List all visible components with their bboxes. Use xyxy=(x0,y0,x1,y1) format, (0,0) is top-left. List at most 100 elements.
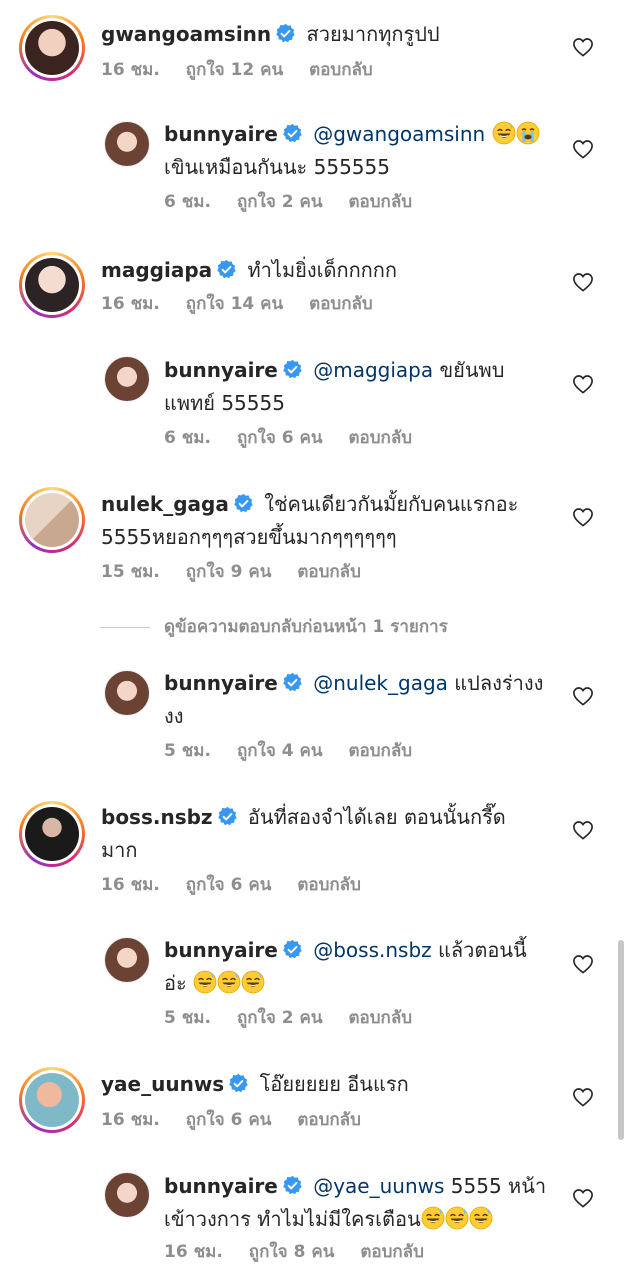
mention-link[interactable]: @nulek_gaga xyxy=(313,671,448,695)
username[interactable]: bunnyaire xyxy=(164,1174,278,1198)
mention-link[interactable]: @maggiapa xyxy=(313,358,433,382)
avatar[interactable] xyxy=(104,121,150,167)
heart-outline-icon[interactable] xyxy=(572,954,594,974)
comment-text: อ่ะ xyxy=(164,971,187,995)
comment-meta: 5 ชม. ถูกใจ 4 คน ตอบกลับ xyxy=(164,739,438,763)
mention-link[interactable]: @yae_uunws xyxy=(313,1174,444,1198)
comment-time: 15 ชม. xyxy=(101,562,160,582)
comment-meta: 16 ชม. ถูกใจ 14 คน ตอบกลับ xyxy=(101,292,399,316)
verified-badge-icon xyxy=(282,123,303,144)
view-previous-replies-label: ดูข้อความตอบกลับก่อนหน้า 1 รายการ xyxy=(164,617,448,637)
heart-outline-icon[interactable] xyxy=(572,507,594,527)
view-previous-replies-button[interactable]: ดูข้อความตอบกลับก่อนหน้า 1 รายการ xyxy=(100,614,448,640)
comment-meta: 6 ชม. ถูกใจ 2 คน ตอบกลับ xyxy=(164,190,438,214)
like-count[interactable]: ถูกใจ 8 คน xyxy=(249,1242,335,1262)
heart-outline-icon[interactable] xyxy=(572,686,594,706)
avatar[interactable] xyxy=(19,487,85,553)
grinning-sweat-emoji xyxy=(492,121,516,145)
avatar[interactable] xyxy=(19,1067,85,1133)
heart-outline-icon[interactable] xyxy=(572,139,594,159)
like-count[interactable]: ถูกใจ 2 คน xyxy=(237,1008,323,1028)
like-count[interactable]: ถูกใจ 6 คน xyxy=(186,875,272,895)
like-count[interactable]: ถูกใจ 4 คน xyxy=(237,741,323,761)
comment-time: 5 ชม. xyxy=(164,1008,211,1028)
heart-outline-icon[interactable] xyxy=(572,37,594,57)
like-count[interactable]: ถูกใจ 6 คน xyxy=(186,1110,272,1130)
comment-text: โอ๊ยยยยย อีนแรก xyxy=(259,1072,409,1096)
comment-text: อันที่สองจำได้เลย ตอนนั้นกรี๊ด xyxy=(247,805,506,829)
comment-meta: 5 ชม. ถูกใจ 2 คน ตอบกลับ xyxy=(164,1006,438,1030)
mention-link[interactable]: @boss.nsbz xyxy=(313,938,431,962)
comment-time: 5 ชม. xyxy=(164,741,211,761)
username[interactable]: nulek_gaga xyxy=(101,492,229,516)
comment-text: แปลงร่างง xyxy=(454,671,544,695)
like-count[interactable]: ถูกใจ 9 คน xyxy=(186,562,272,582)
heart-outline-icon[interactable] xyxy=(572,820,594,840)
grinning-sweat-emoji xyxy=(469,1206,493,1230)
mention-link[interactable]: @gwangoamsinn xyxy=(313,122,485,146)
heart-outline-icon[interactable] xyxy=(572,374,594,394)
comment-time: 6 ชม. xyxy=(164,428,211,448)
grinning-sweat-emoji xyxy=(421,1206,445,1230)
like-count[interactable]: ถูกใจ 12 คน xyxy=(186,60,283,80)
like-count[interactable]: ถูกใจ 14 คน xyxy=(186,294,283,314)
reply-button[interactable]: ตอบกลับ xyxy=(349,192,413,212)
username[interactable]: bunnyaire xyxy=(164,358,278,382)
like-count[interactable]: ถูกใจ 6 คน xyxy=(237,428,323,448)
avatar[interactable] xyxy=(19,15,85,81)
comment-text: สวยมากทุกรูปป xyxy=(306,22,440,46)
reply-button[interactable]: ตอบกลับ xyxy=(349,741,413,761)
avatar[interactable] xyxy=(19,252,85,318)
verified-badge-icon xyxy=(282,1175,303,1196)
verified-badge-icon xyxy=(233,493,254,514)
comment-text: เขินเหมือนกันนะ 555555 xyxy=(164,155,390,179)
comment-text: เข้าวงการ ทำไมไม่มีใครเตือน xyxy=(164,1207,421,1231)
comment-text: แล้วตอนนี้ xyxy=(438,938,527,962)
username[interactable]: boss.nsbz xyxy=(101,805,213,829)
reply-button[interactable]: ตอบกลับ xyxy=(297,562,361,582)
reply-button[interactable]: ตอบกลับ xyxy=(297,1110,361,1130)
grinning-sweat-emoji xyxy=(445,1206,469,1230)
reply-button[interactable]: ตอบกลับ xyxy=(297,875,361,895)
verified-badge-icon xyxy=(216,259,237,280)
avatar[interactable] xyxy=(104,670,150,716)
avatar[interactable] xyxy=(104,1172,150,1218)
avatar[interactable] xyxy=(19,801,85,867)
grinning-sweat-emoji xyxy=(217,970,241,994)
reply-button[interactable]: ตอบกลับ xyxy=(360,1242,424,1262)
reply-button[interactable]: ตอบกลับ xyxy=(349,428,413,448)
scrollbar[interactable] xyxy=(618,940,624,1140)
username[interactable]: bunnyaire xyxy=(164,122,278,146)
username[interactable]: gwangoamsinn xyxy=(101,22,271,46)
reply-button[interactable]: ตอบกลับ xyxy=(309,294,373,314)
comment-time: 16 ชม. xyxy=(101,60,160,80)
crying-emoji xyxy=(516,121,540,145)
comment-meta: 16 ชม. ถูกใจ 8 คน ตอบกลับ xyxy=(164,1240,450,1264)
reply-button[interactable]: ตอบกลับ xyxy=(349,1008,413,1028)
reply-button[interactable]: ตอบกลับ xyxy=(309,60,373,80)
verified-badge-icon xyxy=(282,359,303,380)
username[interactable]: yae_uunws xyxy=(101,1072,224,1096)
grinning-sweat-emoji xyxy=(241,970,265,994)
comment-time: 16 ชม. xyxy=(101,875,160,895)
heart-outline-icon[interactable] xyxy=(572,1188,594,1208)
comment-body: bunnyaire @yae_uunws 5555 หน้า เข้าวงการ… xyxy=(164,1170,564,1236)
comment-meta: 16 ชม. ถูกใจ 6 คน ตอบกลับ xyxy=(101,1108,387,1132)
username[interactable]: bunnyaire xyxy=(164,671,278,695)
comment-time: 16 ชม. xyxy=(164,1242,223,1262)
avatar[interactable] xyxy=(104,937,150,983)
like-count[interactable]: ถูกใจ 2 คน xyxy=(237,192,323,212)
thread-divider xyxy=(100,626,150,628)
username[interactable]: maggiapa xyxy=(101,258,212,282)
username[interactable]: bunnyaire xyxy=(164,938,278,962)
heart-outline-icon[interactable] xyxy=(572,1087,594,1107)
verified-badge-icon xyxy=(217,806,238,827)
comment-text: 5555หยอกๆๆๆสวยขึ้นมากๆๆๆๆๆๆ xyxy=(101,525,397,549)
comment-text: 5555 หน้า xyxy=(450,1174,547,1198)
avatar[interactable] xyxy=(104,356,150,402)
heart-outline-icon[interactable] xyxy=(572,272,594,292)
comment-body: bunnyaire @gwangoamsinn เขินเหมือนกันนะ … xyxy=(164,118,564,184)
comment-time: 16 ชม. xyxy=(101,1110,160,1130)
comment-body: yae_uunws โอ๊ยยยยย อีนแรก xyxy=(101,1068,561,1101)
comment-time: 16 ชม. xyxy=(101,294,160,314)
